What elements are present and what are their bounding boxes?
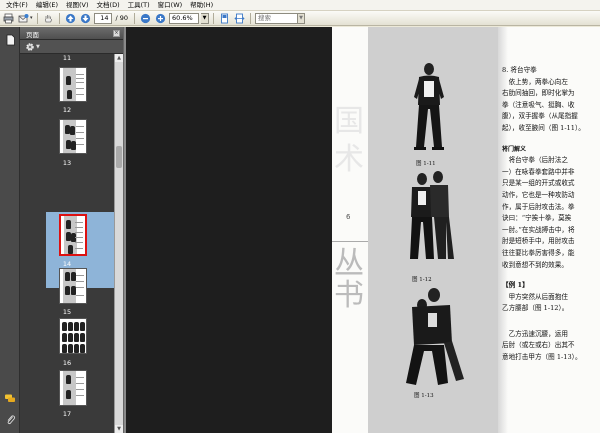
comment-bubbles-icon <box>5 394 15 402</box>
thumbnail-label: 12 <box>62 106 72 114</box>
document-view[interactable]: 国 术 6 丛 书 图 1-11 图 1-12 图 1-13 8. 将台守拳 依… <box>126 27 600 433</box>
margin-rule <box>332 241 368 242</box>
chevron-down-icon: ▼ <box>36 44 40 50</box>
hand-icon <box>44 14 52 22</box>
page-text-column: 8. 将台守拳 依上势，两拳心向左 右肋间抽回，即时化掌为 拳（注意吸气、挺胸、… <box>502 65 599 364</box>
find-input[interactable]: 搜索 ▼ <box>255 12 306 24</box>
zoom-out-icon <box>140 13 151 23</box>
scroll-up-icon[interactable]: ▲ <box>115 54 123 62</box>
scroll-down-icon[interactable]: ▼ <box>115 425 123 433</box>
menu-edit[interactable]: 编辑(E) <box>32 0 62 11</box>
menu-file[interactable]: 文件(F) <box>2 0 32 11</box>
hand-tool-button[interactable] <box>42 12 55 25</box>
thumbnail-page-selected[interactable] <box>59 214 87 256</box>
scrollbar-thumb[interactable] <box>116 146 122 168</box>
figure-1-13-photo <box>406 288 464 385</box>
zoom-dropdown-button[interactable]: ▼ <box>201 12 210 24</box>
comments-nav-button[interactable] <box>3 391 17 405</box>
thumbnail-scrollbar[interactable]: ▲ ▼ <box>114 54 123 433</box>
arrow-down-icon <box>80 13 90 23</box>
side-char: 国 <box>334 104 364 139</box>
paperclip-icon <box>7 415 15 425</box>
pages-nav-button[interactable] <box>3 33 17 47</box>
figure-caption: 图 1-12 <box>412 277 432 283</box>
text-block: 将台守拳（后肘法之 一）在咏春拳套路中并非 只是某一组的开式或收式 动作，它也是… <box>502 156 575 269</box>
figure-1-11-photo <box>414 63 444 150</box>
thumbnail-label: 11 <box>62 54 72 62</box>
close-icon: × <box>114 30 119 36</box>
side-char: 术 <box>334 142 364 177</box>
toolbar-divider <box>250 12 252 24</box>
envelope-globe-icon <box>18 13 29 22</box>
text-block: 8. 将台守拳 依上势，两拳心向左 右肋间抽回，即时化掌为 拳（注意吸气、挺胸、… <box>502 66 585 132</box>
text-block: 甲方突然从后面抱住 乙方腰部（图 1-12）。 <box>502 292 569 313</box>
thumbnail-label: 17 <box>62 410 72 418</box>
pages-panel: 页面 × ▼ 11 12 13 14 15 16 17 ▲ ▼ <box>20 27 123 433</box>
find-dropdown-button[interactable]: ▼ <box>297 12 306 24</box>
figure-1-12-photo <box>410 171 454 259</box>
gear-icon <box>26 43 34 51</box>
thumbnail-label: 15 <box>62 308 72 316</box>
fit-page-button[interactable] <box>218 12 231 25</box>
fit-width-icon <box>234 13 245 23</box>
printer-icon <box>3 13 14 23</box>
zoom-in-icon <box>155 13 166 23</box>
figure-caption: 图 1-11 <box>416 161 436 167</box>
email-button[interactable] <box>17 12 30 25</box>
menu-tools[interactable]: 工具(T) <box>124 0 154 11</box>
chevron-down-icon: ▼ <box>202 15 207 21</box>
thumbnail-label: 13 <box>62 159 72 167</box>
menu-help[interactable]: 帮助(H) <box>186 0 217 11</box>
side-char: 丛 <box>334 246 364 281</box>
zoom-out-button[interactable] <box>139 12 152 25</box>
page-total-label: / 90 <box>115 14 129 22</box>
pages-icon <box>6 34 15 46</box>
pages-panel-toolbar: ▼ <box>20 40 123 54</box>
fit-width-button[interactable] <box>233 12 246 25</box>
email-dropdown-caret[interactable]: ▾ <box>30 15 33 21</box>
toolbar-divider <box>134 12 136 24</box>
page-number-input[interactable]: 14 <box>93 12 112 24</box>
page-margin-number: 6 <box>346 213 351 221</box>
thumbnail-label: 14 <box>62 260 72 268</box>
chevron-down-icon: ▼ <box>299 14 303 21</box>
thumbnail-page[interactable] <box>59 370 87 406</box>
example-heading: 【例 1】 <box>502 281 529 290</box>
menu-document[interactable]: 文档(D) <box>93 0 124 11</box>
arrow-up-icon <box>65 13 75 23</box>
pages-panel-title: 页面 <box>26 31 39 39</box>
print-button[interactable] <box>2 12 15 25</box>
options-button[interactable]: ▼ <box>25 42 41 52</box>
text-block: 乙方迅速沉腰，运用 后肘（或左或右）出其不 意地打击甲方（图 1-13）。 <box>502 329 582 362</box>
thumbnail-page[interactable] <box>59 318 87 354</box>
previous-page-button[interactable] <box>64 12 77 25</box>
toolbar-divider <box>36 12 38 24</box>
thumbnail-page[interactable] <box>59 119 87 154</box>
menu-window[interactable]: 窗口(W) <box>154 0 187 11</box>
fit-page-icon <box>221 13 228 23</box>
toolbar-divider <box>213 12 215 24</box>
thumbnail-list: 11 12 13 14 15 16 17 <box>20 54 114 433</box>
zoom-in-button[interactable] <box>154 12 167 25</box>
section-heading: 将门解义 <box>502 145 527 153</box>
attachments-nav-button[interactable] <box>3 413 17 427</box>
pdf-page: 国 术 6 丛 书 图 1-11 图 1-12 图 1-13 8. 将台守拳 依… <box>332 27 600 433</box>
zoom-level-input[interactable]: 60.6% <box>169 12 200 24</box>
toolbar-divider <box>58 12 60 24</box>
panel-close-button[interactable]: × <box>113 30 120 37</box>
menu-view[interactable]: 视图(V) <box>62 0 93 11</box>
thumbnail-page[interactable] <box>59 67 87 102</box>
toolbar: ▾ 14 / 90 60.6% ▼ 搜索 ▼ <box>0 11 600 26</box>
pages-panel-header: 页面 × <box>20 27 123 40</box>
navigation-strip <box>0 27 20 433</box>
find-placeholder: 搜索 <box>258 13 272 22</box>
thumbnail-page[interactable] <box>59 268 87 304</box>
next-page-button[interactable] <box>79 12 92 25</box>
side-char: 书 <box>334 278 364 313</box>
thumbnail-label: 16 <box>62 359 72 367</box>
figure-caption: 图 1-13 <box>414 393 434 399</box>
menu-bar: 文件(F) 编辑(E) 视图(V) 文档(D) 工具(T) 窗口(W) 帮助(H… <box>0 0 600 11</box>
